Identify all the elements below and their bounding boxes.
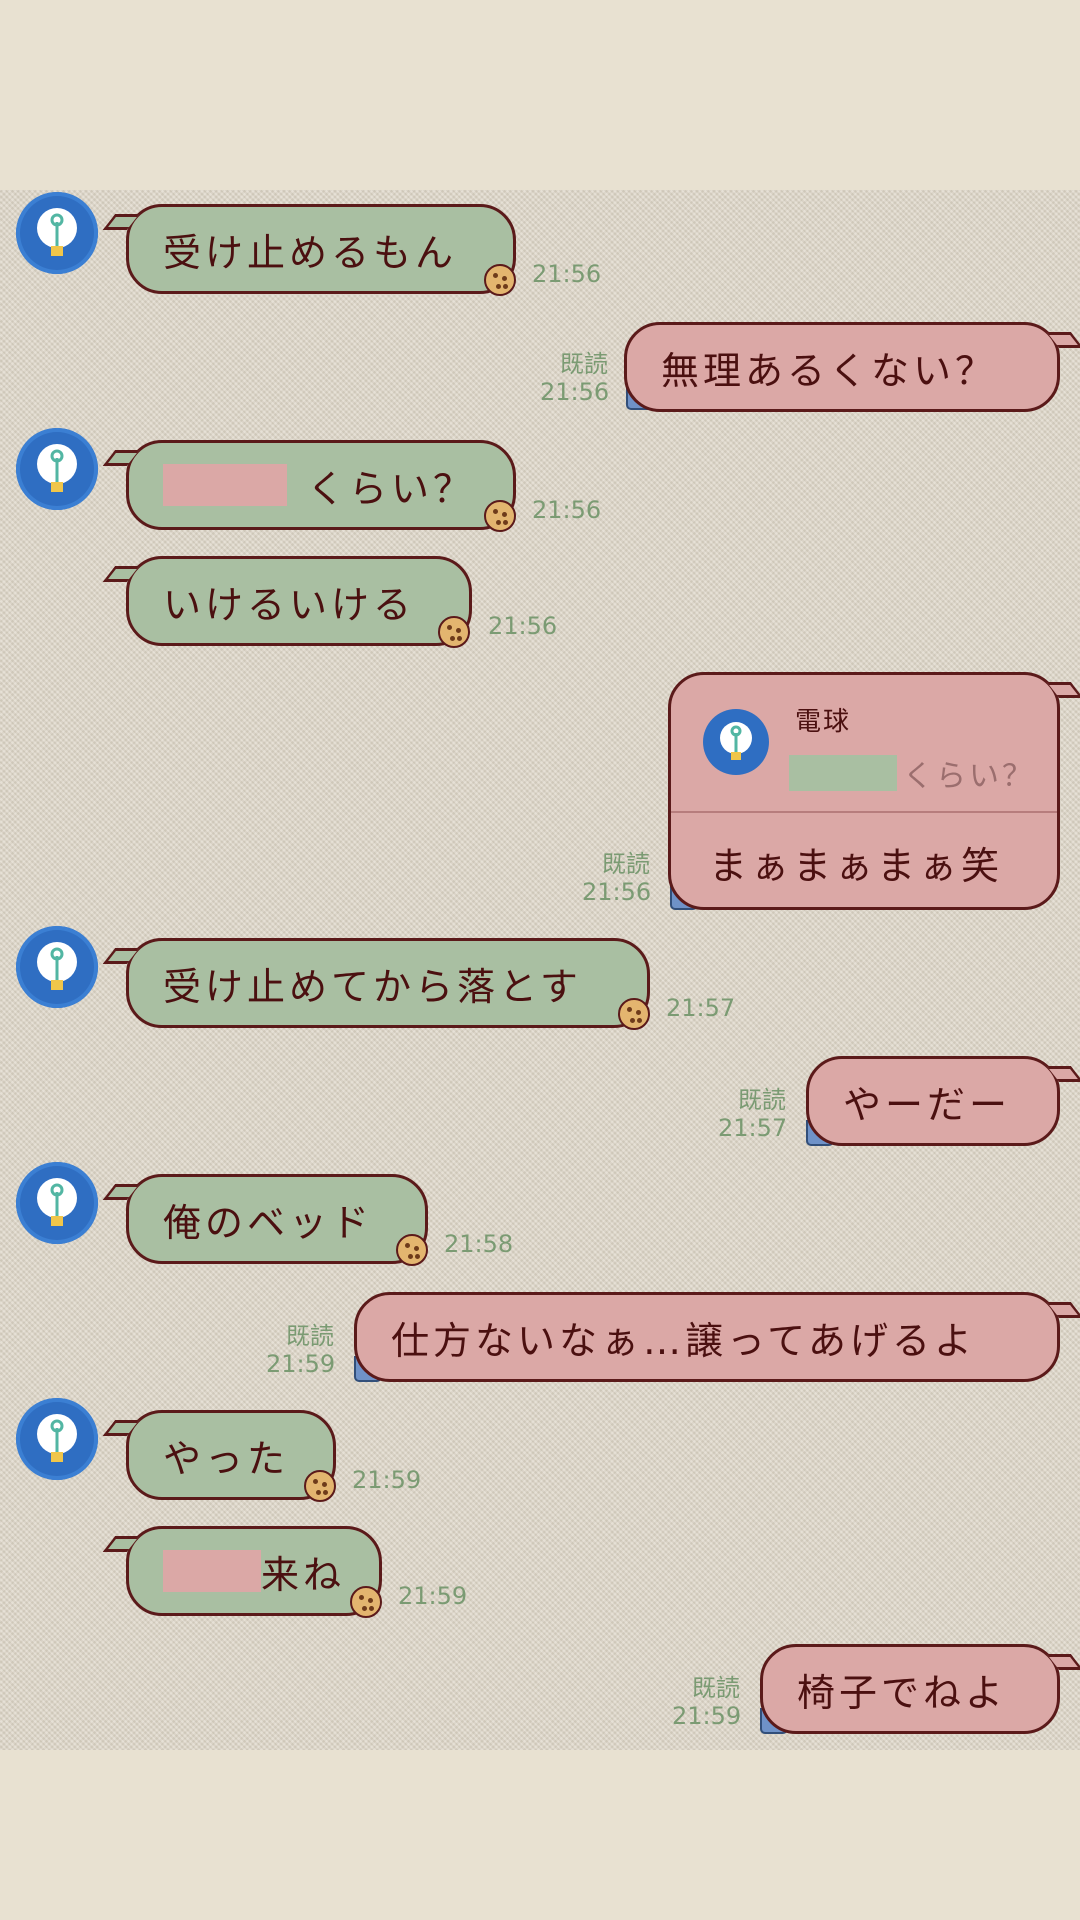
message-bubble-incoming[interactable]: いけるいける — [126, 556, 472, 646]
contact-avatar[interactable] — [16, 926, 98, 1008]
read-receipt: 既読 — [692, 1674, 740, 1702]
cookie-icon — [304, 1470, 336, 1502]
cookie-icon — [618, 998, 650, 1030]
message-time: 21:56 — [540, 378, 610, 406]
quoted-avatar — [703, 709, 769, 775]
contact-avatar[interactable] — [16, 1398, 98, 1480]
reply-message-bubble[interactable]: 電球 くらい？ まぁまぁまぁ笑 — [668, 672, 1060, 910]
quoted-text-value: くらい？ — [903, 759, 1035, 794]
cookie-icon — [438, 616, 470, 648]
message-bubble-outgoing[interactable]: やーだー — [806, 1056, 1060, 1146]
read-receipt: 既読 — [602, 850, 650, 878]
cookie-icon — [350, 1586, 382, 1618]
message-text: 無理あるくない？ — [661, 348, 998, 393]
message-time: 21:59 — [672, 1702, 742, 1730]
lightbulb-avatar-icon — [37, 942, 77, 990]
quoted-message-text: くらい？ — [789, 751, 1035, 795]
contact-avatar[interactable] — [16, 192, 98, 274]
message-bubble-incoming[interactable]: くらい？ — [126, 440, 516, 530]
message-text: やーだー — [843, 1082, 1012, 1127]
message-text: くらい？ — [307, 466, 476, 511]
message-text: やった — [163, 1436, 290, 1481]
contact-avatar[interactable] — [16, 1162, 98, 1244]
lightbulb-avatar-icon — [720, 722, 752, 760]
message-time: 21:58 — [444, 1230, 514, 1258]
message-time: 21:59 — [266, 1350, 336, 1378]
lightbulb-avatar-icon — [37, 208, 77, 256]
quoted-sender-name: 電球 — [795, 707, 852, 737]
message-text: 椅子でねよ — [797, 1670, 1008, 1715]
lightbulb-avatar-icon — [37, 1414, 77, 1462]
message-bubble-outgoing[interactable]: 仕方ないなぁ…譲ってあげるよ — [354, 1292, 1060, 1382]
read-receipt: 既読 — [738, 1086, 786, 1114]
cookie-icon — [484, 500, 516, 532]
redacted-block — [163, 464, 287, 506]
lightbulb-avatar-icon — [37, 444, 77, 492]
redacted-block — [163, 1550, 261, 1592]
message-time: 21:59 — [352, 1466, 422, 1494]
message-time: 21:57 — [718, 1114, 788, 1142]
quoted-message-preview[interactable]: 電球 くらい？ — [671, 675, 1057, 813]
message-text: いけるいける — [163, 582, 416, 627]
message-bubble-outgoing[interactable]: 椅子でねよ — [760, 1644, 1060, 1734]
message-time: 21:57 — [666, 994, 736, 1022]
message-text: 来ね — [260, 1552, 345, 1597]
message-time: 21:56 — [488, 612, 558, 640]
cookie-icon — [396, 1234, 428, 1266]
message-time: 21:56 — [532, 496, 602, 524]
message-text: 受け止めるもん — [163, 230, 458, 275]
read-receipt: 既読 — [560, 350, 608, 378]
message-text: まぁまぁまぁ笑 — [709, 844, 1004, 888]
message-bubble-outgoing[interactable]: 無理あるくない？ — [624, 322, 1060, 412]
message-bubble-incoming[interactable]: 俺のベッド — [126, 1174, 428, 1264]
contact-avatar[interactable] — [16, 428, 98, 510]
message-time: 21:59 — [398, 1582, 468, 1610]
read-receipt: 既読 — [286, 1322, 334, 1350]
message-bubble-incoming[interactable]: 受け止めてから落とす — [126, 938, 650, 1028]
lightbulb-avatar-icon — [37, 1178, 77, 1226]
message-time: 21:56 — [582, 878, 652, 906]
redacted-block — [789, 755, 897, 791]
message-text: 受け止めてから落とす — [163, 964, 582, 1009]
message-text: 仕方ないなぁ…譲ってあげるよ — [391, 1318, 976, 1363]
message-text: 俺のベッド — [163, 1200, 374, 1245]
message-bubble-incoming[interactable]: 来ね — [126, 1526, 382, 1616]
message-bubble-incoming[interactable]: 受け止めるもん — [126, 204, 516, 294]
message-time: 21:56 — [532, 260, 602, 288]
cookie-icon — [484, 264, 516, 296]
